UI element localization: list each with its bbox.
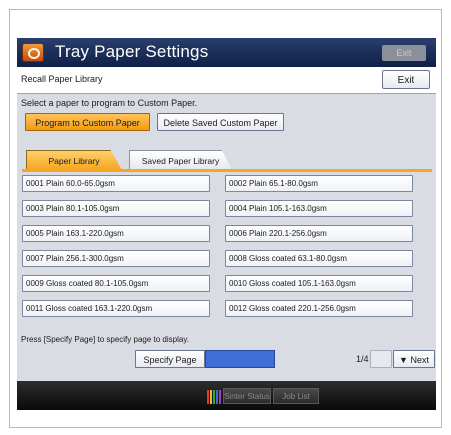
next-page-button[interactable]: ▼ Next [393,350,435,368]
recall-label: Recall Paper Library [21,74,103,84]
paper-item[interactable]: 0004 Plain 105.1-163.0gsm [225,200,413,217]
status-bars-icon [207,390,221,404]
delete-saved-custom-paper-button[interactable]: Delete Saved Custom Paper [157,113,284,131]
paper-item[interactable]: 0008 Gloss coated 63.1-80.0gsm [225,250,413,267]
program-to-custom-paper-button[interactable]: Program to Custom Paper [25,113,150,131]
instruction-text: Select a paper to program to Custom Pape… [21,98,198,108]
footer-bar: Sinter Status Job List [17,381,436,410]
specify-page-button[interactable]: Specify Page [135,350,205,368]
tab-strip: Paper Library Saved Paper Library [17,138,436,170]
tab-paper-library[interactable]: Paper Library [26,150,122,170]
camera-icon [22,43,44,62]
paper-item[interactable]: 0005 Plain 163.1-220.0gsm [22,225,210,242]
recall-bar: Recall Paper Library Exit [17,67,436,94]
device-screen: Tray Paper Settings Exit Recall Paper Li… [17,38,436,410]
title-exit-button[interactable]: Exit [382,45,426,61]
tab-saved-paper-library[interactable]: Saved Paper Library [129,150,232,170]
window-title: Tray Paper Settings [55,42,209,61]
paper-item[interactable]: 0001 Plain 60.0-65.0gsm [22,175,210,192]
paper-item[interactable]: 0012 Gloss coated 220.1-256.0gsm [225,300,413,317]
page-number-field[interactable] [205,350,275,368]
job-list-button[interactable]: Job List [273,388,319,404]
tab-underline [22,169,432,172]
exit-button[interactable]: Exit [382,70,430,89]
paper-item[interactable]: 0007 Plain 256.1-300.0gsm [22,250,210,267]
previous-page-button[interactable] [370,350,392,368]
title-bar: Tray Paper Settings Exit [17,38,436,67]
paper-item[interactable]: 0003 Plain 80.1-105.0gsm [22,200,210,217]
page-indicator: 1/4 [356,354,369,364]
paper-item[interactable]: 0010 Gloss coated 105.1-163.0gsm [225,275,413,292]
paper-item[interactable]: 0006 Plain 220.1-256.0gsm [225,225,413,242]
paper-item[interactable]: 0011 Gloss coated 163.1-220.0gsm [22,300,210,317]
paper-item[interactable]: 0002 Plain 65.1-80.0gsm [225,175,413,192]
status-button[interactable]: Sinter Status [223,388,271,404]
hint-text: Press [Specify Page] to specify page to … [21,335,189,344]
paper-item[interactable]: 0009 Gloss coated 80.1-105.0gsm [22,275,210,292]
